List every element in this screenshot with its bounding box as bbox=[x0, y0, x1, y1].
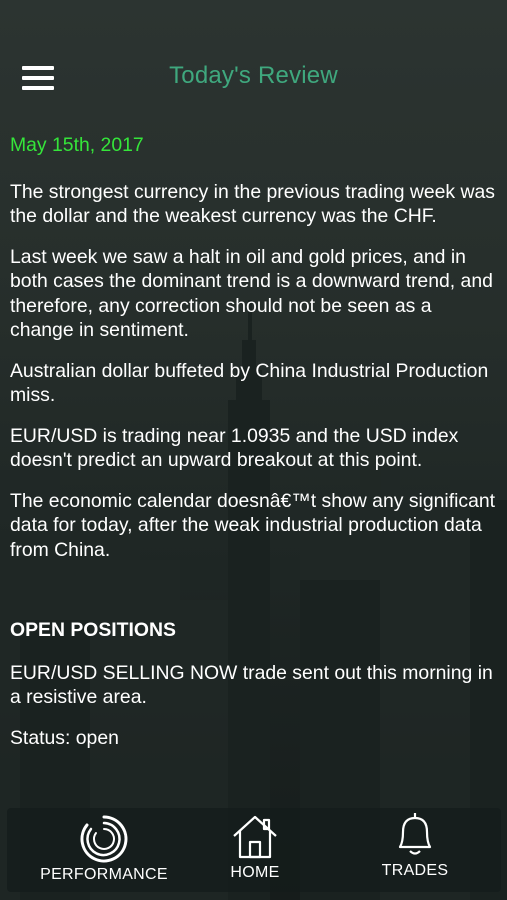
tab-trades[interactable]: TRADES bbox=[367, 808, 463, 892]
tab-performance-label: PERFORMANCE bbox=[40, 866, 168, 883]
bell-icon bbox=[398, 813, 432, 855]
review-content: May 15th, 2017 The strongest currency in… bbox=[10, 133, 498, 790]
tab-trades-label: TRADES bbox=[381, 862, 449, 879]
paragraph: Australian dollar buffeted by China Indu… bbox=[10, 359, 489, 407]
bottom-tab-bar: PERFORMANCE HOME TRADES bbox=[7, 808, 501, 892]
paragraph: The economic calendar doesnâ€™t show any… bbox=[10, 489, 496, 561]
page-title: Today's Review bbox=[169, 62, 338, 89]
review-date: May 15th, 2017 bbox=[10, 134, 144, 156]
position-text: EUR/USD SELLING NOW trade sent out this … bbox=[10, 661, 493, 709]
home-icon bbox=[233, 815, 277, 859]
tab-home[interactable]: HOME bbox=[207, 808, 303, 892]
app-header: Today's Review bbox=[0, 0, 507, 150]
paragraph: Last week we saw a halt in oil and gold … bbox=[10, 245, 493, 342]
status-text: Status: open bbox=[10, 726, 119, 749]
open-positions-heading: OPEN POSITIONS bbox=[10, 619, 176, 641]
paragraph: The strongest currency in the previous t… bbox=[10, 180, 496, 228]
tab-home-label: HOME bbox=[230, 864, 280, 881]
tab-performance[interactable]: PERFORMANCE bbox=[19, 808, 189, 892]
paragraph: EUR/USD is trading near 1.0935 and the U… bbox=[10, 424, 459, 472]
performance-icon bbox=[80, 815, 128, 863]
